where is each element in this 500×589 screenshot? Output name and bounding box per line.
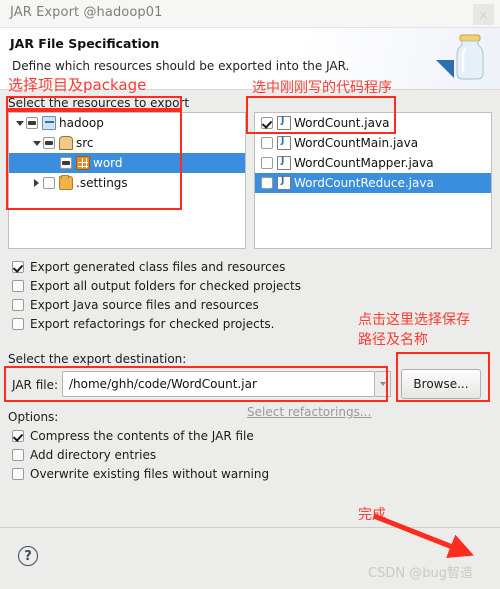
export-option-label: Export Java source files and resources xyxy=(30,298,259,312)
destination-label: Select the export destination: xyxy=(8,352,187,366)
tree-item-word[interactable]: word xyxy=(9,153,245,173)
java-file-icon xyxy=(277,136,291,150)
annotation-select-code: 选中刚刚写的代码程序 xyxy=(252,80,392,96)
list-item[interactable]: WordCountReduce.java xyxy=(255,173,491,193)
option-row[interactable]: Add directory entries xyxy=(12,446,156,464)
select-refactorings-link[interactable]: Select refactorings... xyxy=(247,405,371,419)
list-item[interactable]: WordCount.java xyxy=(255,113,491,133)
file-label: WordCountMain.java xyxy=(294,136,419,150)
option-label: Add directory entries xyxy=(30,448,157,462)
resource-tree[interactable]: hadoop src word .settings xyxy=(9,113,245,248)
page-subtitle: Define which resources should be exporte… xyxy=(12,59,350,73)
tree-item-checkbox[interactable] xyxy=(43,137,55,149)
java-file-icon xyxy=(277,116,291,130)
export-option-checkbox[interactable] xyxy=(12,299,24,311)
option-row[interactable]: Compress the contents of the JAR file xyxy=(12,427,254,445)
file-checkbox[interactable] xyxy=(261,137,273,149)
chevron-down-icon[interactable] xyxy=(13,113,26,133)
export-option-label: Export all output folders for checked pr… xyxy=(30,279,301,293)
tree-item-checkbox[interactable] xyxy=(60,157,72,169)
file-label: WordCountMapper.java xyxy=(294,156,434,170)
title-bar: JAR Export @hadoop01 × xyxy=(0,0,500,28)
list-item[interactable]: WordCountMapper.java xyxy=(255,153,491,173)
file-label: WordCount.java xyxy=(294,116,390,130)
tree-item-label: hadoop xyxy=(59,116,104,130)
jar-file-icon xyxy=(436,34,484,80)
page-title: JAR File Specification xyxy=(10,36,160,51)
source-folder-icon xyxy=(59,136,73,150)
jar-file-label: JAR file: xyxy=(12,378,59,392)
window-title: JAR Export @hadoop01 xyxy=(10,5,163,20)
help-icon[interactable]: ? xyxy=(18,546,38,566)
tree-item-checkbox[interactable] xyxy=(26,117,38,129)
export-option-row[interactable]: Export refactorings for checked projects… xyxy=(12,315,274,333)
export-option-label: Export refactorings for checked projects… xyxy=(30,317,275,331)
resource-tree-panel[interactable]: hadoop src word .settings xyxy=(8,112,246,249)
java-file-icon xyxy=(277,156,291,170)
watermark: CSDN @bug智造 xyxy=(368,566,473,581)
export-option-row[interactable]: Export all output folders for checked pr… xyxy=(12,277,301,295)
option-row[interactable]: Overwrite existing files without warning xyxy=(12,465,269,483)
file-checkbox[interactable] xyxy=(261,117,273,129)
export-option-row[interactable]: Export generated class files and resourc… xyxy=(12,258,285,276)
annotation-choose-path-1: 点击这里选择保存 xyxy=(358,312,470,328)
tree-item-label: src xyxy=(76,136,94,150)
option-label: Overwrite existing files without warning xyxy=(30,467,270,481)
tree-item-src[interactable]: src xyxy=(9,133,245,153)
file-checkbox[interactable] xyxy=(261,177,273,189)
java-file-icon xyxy=(277,176,291,190)
jar-file-input[interactable]: /home/ghh/code/WordCount.jar xyxy=(62,371,375,397)
browse-label: Browse... xyxy=(413,377,469,391)
chevron-right-icon[interactable] xyxy=(30,173,43,193)
file-checkbox[interactable] xyxy=(261,157,273,169)
export-option-checkbox[interactable] xyxy=(12,280,24,292)
file-list-panel[interactable]: WordCount.java WordCountMain.java WordCoun… xyxy=(254,112,492,249)
package-icon xyxy=(76,156,90,170)
export-option-row[interactable]: Export Java source files and resources xyxy=(12,296,259,314)
options-label: Options: xyxy=(8,410,59,424)
file-label: WordCountReduce.java xyxy=(294,176,434,190)
export-option-checkbox[interactable] xyxy=(12,261,24,273)
tree-item-checkbox[interactable] xyxy=(43,177,55,189)
tree-item-dot-settings[interactable]: .settings xyxy=(9,173,245,193)
folder-icon xyxy=(59,175,73,190)
chevron-down-icon[interactable] xyxy=(30,133,43,153)
annotation-select-project: 选择项目及package xyxy=(8,76,147,94)
option-checkbox[interactable] xyxy=(12,468,24,480)
jar-export-dialog: JAR Export @hadoop01 × JAR File Specific… xyxy=(0,0,500,589)
close-icon[interactable]: × xyxy=(473,4,494,25)
option-checkbox[interactable] xyxy=(12,430,24,442)
project-icon xyxy=(42,116,56,130)
annotation-choose-path-2: 路径及名称 xyxy=(358,332,428,348)
resources-label: Select the resources to export xyxy=(8,96,190,110)
export-option-checkbox[interactable] xyxy=(12,318,24,330)
file-list[interactable]: WordCount.java WordCountMain.java WordCoun… xyxy=(255,113,491,248)
export-option-label: Export generated class files and resourc… xyxy=(30,260,286,274)
tree-item-label: .settings xyxy=(76,176,128,190)
jar-file-dropdown-icon[interactable] xyxy=(375,371,391,397)
option-checkbox[interactable] xyxy=(12,449,24,461)
tree-item-hadoop[interactable]: hadoop xyxy=(9,113,245,133)
list-item[interactable]: WordCountMain.java xyxy=(255,133,491,153)
annotation-arrow-finish xyxy=(373,513,474,558)
option-label: Compress the contents of the JAR file xyxy=(30,429,254,443)
tree-item-label: word xyxy=(93,156,123,170)
browse-button[interactable]: Browse... xyxy=(401,369,481,399)
